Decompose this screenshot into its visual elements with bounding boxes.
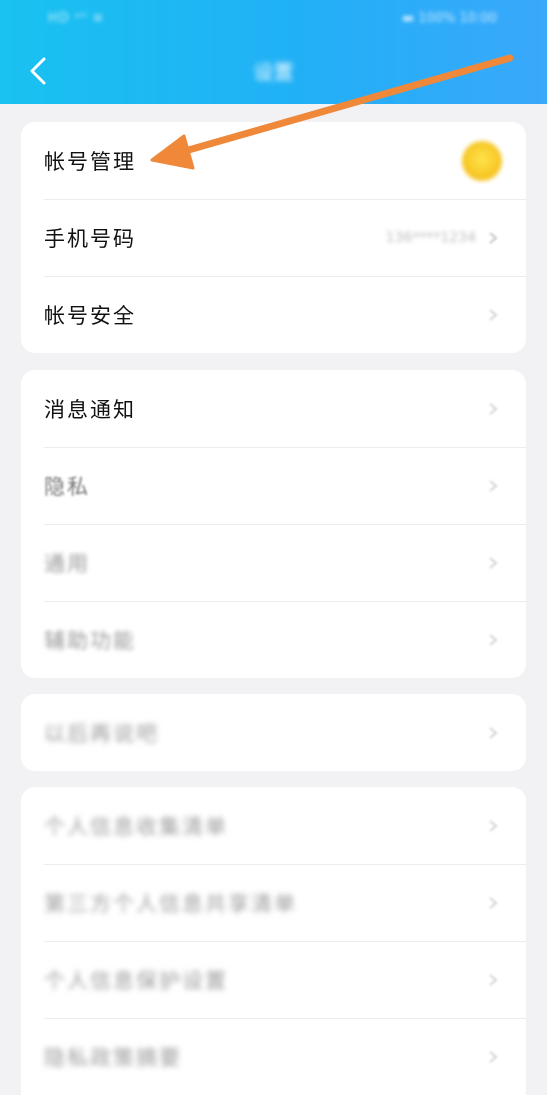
row-label: 第三方个人信息共享清单 bbox=[44, 891, 297, 916]
row-label: 隐私 bbox=[44, 474, 90, 499]
status-signal-wifi: HD ᵃˡˡ ≋ bbox=[48, 11, 105, 26]
settings-row-info-collection[interactable]: 个人信息收集清单 bbox=[21, 787, 526, 864]
settings-row-info-protection[interactable]: 个人信息保护设置 bbox=[21, 941, 526, 1018]
avatar bbox=[462, 140, 502, 181]
info-card: 个人信息收集清单 第三方个人信息共享清单 个人信息保护设置 隐私政策摘要 bbox=[21, 787, 526, 1095]
app-header: HD ᵃˡˡ ≋ ▬ 100% 10:00 设置 bbox=[0, 0, 547, 104]
chevron-right-icon bbox=[489, 231, 498, 244]
row-label: 个人信息收集清单 bbox=[44, 814, 228, 839]
settings-row-notifications[interactable]: 消息通知 bbox=[21, 370, 526, 447]
chevron-right-icon bbox=[489, 726, 498, 739]
settings-row-privacy[interactable]: 隐私 bbox=[21, 447, 526, 524]
page-title: 设置 bbox=[253, 60, 294, 84]
row-label: 消息通知 bbox=[44, 397, 136, 422]
account-card: 帐号管理 手机号码 136****1234 帐号安全 bbox=[21, 122, 526, 353]
settings-row-general[interactable]: 通用 bbox=[21, 524, 526, 601]
chevron-right-icon bbox=[489, 633, 498, 646]
chevron-right-icon bbox=[489, 402, 498, 415]
settings-row-account-security[interactable]: 帐号安全 bbox=[21, 276, 526, 353]
general-card: 消息通知 隐私 通用 辅助功能 bbox=[21, 370, 526, 678]
settings-row-phone-number[interactable]: 手机号码 136****1234 bbox=[21, 199, 526, 276]
settings-row-misc[interactable]: 以后再说吧 bbox=[21, 694, 526, 771]
chevron-right-icon bbox=[489, 1050, 498, 1063]
chevron-right-icon bbox=[489, 819, 498, 832]
chevron-right-icon bbox=[489, 556, 498, 569]
status-battery-time: ▬ 100% 10:00 bbox=[401, 11, 497, 26]
row-label: 手机号码 bbox=[44, 226, 136, 251]
row-label: 隐私政策摘要 bbox=[44, 1045, 182, 1070]
settings-row-third-party-sharing[interactable]: 第三方个人信息共享清单 bbox=[21, 864, 526, 941]
row-label: 以后再说吧 bbox=[44, 721, 159, 746]
row-label: 通用 bbox=[44, 551, 90, 576]
settings-row-accessibility[interactable]: 辅助功能 bbox=[21, 601, 526, 678]
row-label: 辅助功能 bbox=[44, 628, 136, 653]
row-label: 个人信息保护设置 bbox=[44, 968, 228, 993]
phone-number-value: 136****1234 bbox=[385, 229, 476, 246]
chevron-right-icon bbox=[489, 896, 498, 909]
row-label: 帐号安全 bbox=[44, 303, 136, 328]
chevron-right-icon bbox=[489, 973, 498, 986]
settings-row-account-management[interactable]: 帐号管理 bbox=[21, 122, 526, 199]
status-bar: HD ᵃˡˡ ≋ ▬ 100% 10:00 bbox=[0, 0, 547, 36]
row-label: 帐号管理 bbox=[44, 149, 136, 174]
chevron-right-icon bbox=[489, 479, 498, 492]
chevron-right-icon bbox=[489, 308, 498, 321]
misc-card: 以后再说吧 bbox=[21, 694, 526, 771]
settings-row-privacy-summary[interactable]: 隐私政策摘要 bbox=[21, 1018, 526, 1095]
